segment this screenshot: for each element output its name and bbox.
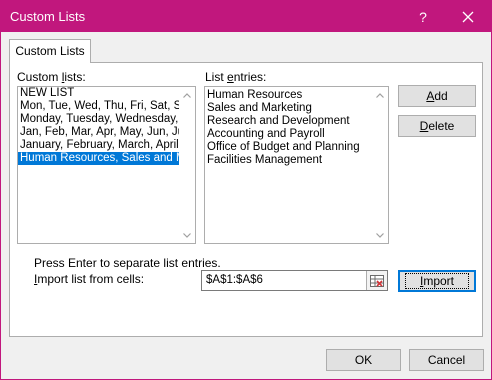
close-button[interactable] bbox=[445, 1, 491, 32]
list-item[interactable]: Monday, Tuesday, Wednesday, Thursday, Fr… bbox=[18, 113, 179, 126]
import-from-cells-label: Import list from cells: bbox=[34, 272, 145, 286]
list-item[interactable]: Human Resources bbox=[205, 89, 372, 102]
title-bar: Custom Lists ? bbox=[1, 1, 491, 32]
list-item[interactable]: Human Resources, Sales and Marketing, Re… bbox=[18, 152, 179, 165]
help-icon: ? bbox=[419, 8, 427, 25]
dialog-title: Custom Lists bbox=[10, 9, 86, 24]
cancel-button[interactable]: Cancel bbox=[409, 349, 484, 371]
import-button[interactable]: Import bbox=[398, 270, 476, 292]
list-entries-items: Human Resources Sales and Marketing Resear… bbox=[205, 87, 372, 243]
scroll-up-button[interactable] bbox=[372, 87, 388, 103]
chevron-up-icon bbox=[183, 92, 191, 98]
separator-hint: Press Enter to separate list entries. bbox=[34, 256, 221, 270]
list-item[interactable]: Sales and Marketing bbox=[205, 102, 372, 115]
chevron-down-icon bbox=[183, 232, 191, 238]
scroll-up-button[interactable] bbox=[179, 87, 195, 103]
list-entries-textarea[interactable]: Human Resources Sales and Marketing Resear… bbox=[204, 86, 389, 244]
help-button[interactable]: ? bbox=[400, 1, 446, 32]
custom-lists-listbox[interactable]: NEW LIST Mon, Tue, Wed, Thu, Fri, Sat, Su… bbox=[17, 86, 196, 244]
ok-button[interactable]: OK bbox=[326, 349, 401, 371]
scroll-down-button[interactable] bbox=[372, 227, 388, 243]
import-range-input[interactable]: $A$1:$A$6 bbox=[201, 270, 388, 291]
list-item[interactable]: Research and Development bbox=[205, 115, 372, 128]
range-selector-button[interactable] bbox=[366, 271, 387, 290]
custom-lists-scrollbar[interactable] bbox=[179, 87, 195, 243]
custom-lists-dialog: Custom Lists ? Custom Lists Custom lists… bbox=[0, 0, 492, 380]
delete-button[interactable]: Delete bbox=[398, 115, 476, 137]
list-item[interactable]: Facilities Management bbox=[205, 154, 372, 167]
custom-lists-label: Custom lists: bbox=[17, 70, 86, 84]
list-item[interactable]: Mon, Tue, Wed, Thu, Fri, Sat, Sun bbox=[18, 100, 179, 113]
chevron-down-icon bbox=[376, 232, 384, 238]
scroll-down-button[interactable] bbox=[179, 227, 195, 243]
list-item[interactable]: Accounting and Payroll bbox=[205, 128, 372, 141]
import-range-value: $A$1:$A$6 bbox=[206, 274, 263, 286]
list-item[interactable]: Office of Budget and Planning bbox=[205, 141, 372, 154]
list-entries-label: List entries: bbox=[205, 70, 267, 84]
chevron-up-icon bbox=[376, 92, 384, 98]
add-button[interactable]: Add bbox=[398, 85, 476, 107]
close-icon bbox=[462, 11, 474, 22]
list-item[interactable]: January, February, March, April, May, Ju… bbox=[18, 139, 179, 152]
list-item[interactable]: Jan, Feb, Mar, Apr, May, Jun, Jul, Aug, … bbox=[18, 126, 179, 139]
range-select-icon bbox=[370, 274, 384, 287]
list-entries-scrollbar[interactable] bbox=[372, 87, 388, 243]
list-item[interactable]: NEW LIST bbox=[18, 87, 179, 100]
custom-lists-items: NEW LIST Mon, Tue, Wed, Thu, Fri, Sat, Su… bbox=[18, 87, 179, 243]
tab-custom-lists[interactable]: Custom Lists bbox=[9, 39, 91, 63]
